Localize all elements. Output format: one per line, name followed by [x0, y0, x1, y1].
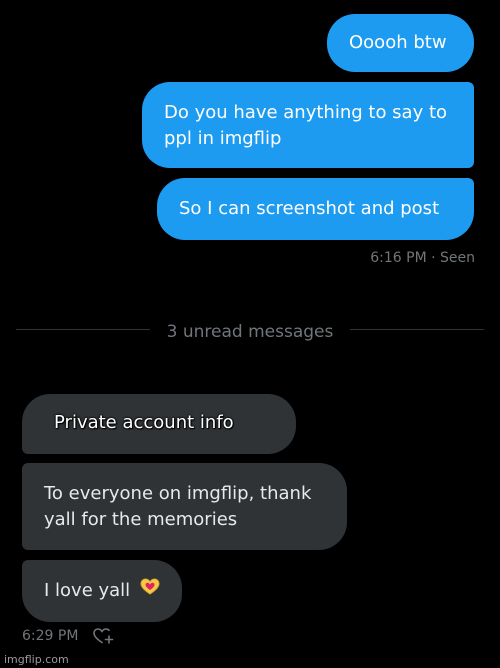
message-text: I love yall [44, 580, 131, 601]
add-reaction-heart-icon[interactable] [92, 626, 114, 650]
heart-hands-icon [140, 578, 160, 604]
message-text: So I can screenshot and post [179, 198, 440, 219]
message-text: Do you have anything to say to ppl in im… [164, 102, 448, 149]
received-message-bubble[interactable]: I love yall [22, 560, 182, 622]
received-message-bubble[interactable]: Private account info [22, 394, 296, 454]
message-text: Ooooh btw [349, 32, 447, 53]
sent-message-bubble[interactable]: Ooooh btw [327, 14, 474, 72]
unread-divider-label: 3 unread messages [166, 322, 334, 342]
sent-message-bubble[interactable]: Do you have anything to say to ppl in im… [142, 82, 474, 168]
message-text: To everyone on imgflip, thank yall for t… [44, 483, 312, 530]
message-timestamp: 6:29 PM [22, 628, 79, 644]
watermark: imgflip.com [4, 653, 69, 666]
received-message-bubble[interactable]: To everyone on imgflip, thank yall for t… [22, 463, 347, 550]
message-status: 6:16 PM · Seen [370, 250, 475, 266]
sent-message-bubble[interactable]: So I can screenshot and post [157, 178, 474, 240]
redaction-overlay-text: Private account info [54, 412, 234, 433]
divider-line-left [16, 329, 150, 330]
divider-line-right [350, 329, 484, 330]
